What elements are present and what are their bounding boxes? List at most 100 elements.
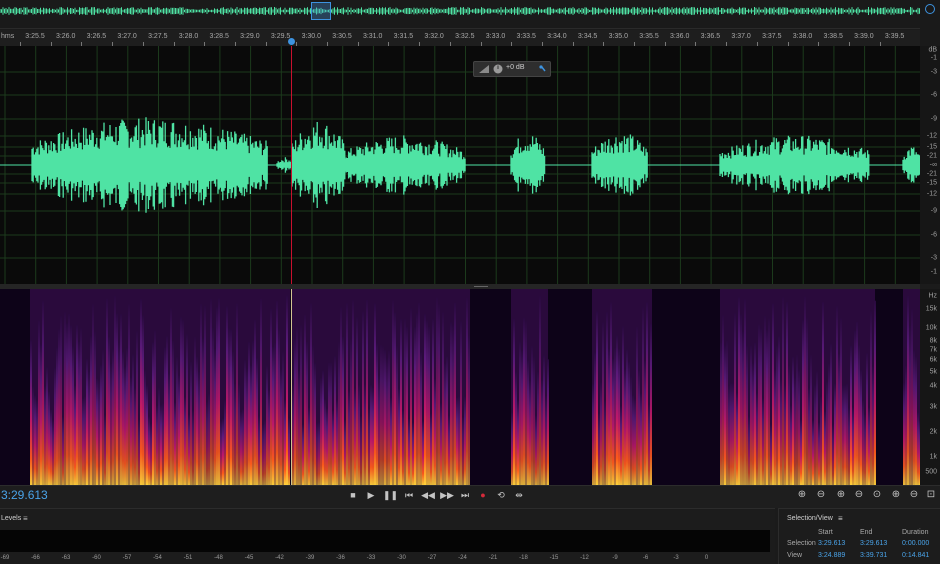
header-start: Start bbox=[818, 529, 833, 536]
current-time-display[interactable]: 3:29.613 bbox=[1, 488, 48, 502]
hz-scale-label: 1k bbox=[929, 453, 937, 461]
pause-icon: ❚❚ bbox=[383, 490, 399, 500]
go-to-start-button[interactable]: ⏮ bbox=[402, 488, 416, 502]
ruler-tick-label: 3:27.0 bbox=[117, 33, 137, 40]
go-to-end-button[interactable]: ⏭ bbox=[458, 488, 472, 502]
overview-view-range-thumb[interactable] bbox=[311, 2, 331, 20]
selection-view-menu-icon[interactable]: ≡ bbox=[838, 514, 843, 523]
stop-button[interactable]: ■ bbox=[346, 488, 360, 502]
ruler-tick-label: 3:39.5 bbox=[884, 33, 905, 40]
zoom-out-time-icon: ⊖ bbox=[854, 489, 864, 500]
ruler-tick-label: 3:32.0 bbox=[424, 33, 444, 40]
db-scale-label: -15 bbox=[926, 143, 937, 151]
hz-scale-label: 7k bbox=[929, 346, 937, 354]
loop-button[interactable]: ⟲ bbox=[494, 488, 508, 502]
record-button[interactable]: ● bbox=[476, 488, 490, 502]
ruler-tick-label: 3:31.5 bbox=[393, 33, 414, 40]
level-scale-label: -36 bbox=[336, 555, 345, 561]
hz-scale-label: 2k bbox=[929, 428, 937, 436]
zoom-in-amplitude-button[interactable]: ⊕ bbox=[795, 488, 809, 502]
level-scale-label: -66 bbox=[31, 555, 40, 561]
ruler-tick-label: 3:34.0 bbox=[547, 33, 567, 40]
zoom-in-point-button[interactable]: ⊕ bbox=[889, 488, 903, 502]
level-scale-label: -6 bbox=[642, 555, 649, 561]
gain-value: +0 dB bbox=[506, 64, 525, 71]
pause-button[interactable]: ❚❚ bbox=[383, 488, 399, 502]
ruler-tick-label: 3:38.5 bbox=[823, 33, 843, 40]
playhead-line[interactable] bbox=[291, 46, 292, 284]
hz-scale-label: 500 bbox=[925, 468, 937, 476]
skip-selection-icon: ⇹ bbox=[515, 490, 523, 500]
selection-duration-value[interactable]: 0:00.000 bbox=[902, 540, 929, 547]
db-scale-label: -1 bbox=[930, 268, 937, 276]
ruler-tick-label: 3:33.5 bbox=[516, 33, 536, 40]
levels-panel-menu-icon[interactable]: ≡ bbox=[23, 514, 28, 523]
selection-end-value[interactable]: 3:29.613 bbox=[860, 540, 887, 547]
zoom-in-time-button[interactable]: ⊕ bbox=[834, 488, 848, 502]
level-scale-label: 0 bbox=[704, 555, 709, 561]
fast-forward-icon: ▶▶ bbox=[440, 490, 454, 500]
level-scale-label: -51 bbox=[183, 555, 193, 561]
level-scale-label: -18 bbox=[519, 555, 528, 561]
rewind-button[interactable]: ◀◀ bbox=[421, 488, 435, 502]
amplitude-icon bbox=[479, 65, 489, 73]
db-scale-label: -3 bbox=[930, 68, 937, 76]
db-scale-label: -15 bbox=[926, 179, 937, 187]
overview-waveform[interactable] bbox=[0, 0, 920, 29]
ruler-tick-label: 3:31.0 bbox=[362, 33, 383, 40]
stop-icon: ■ bbox=[350, 490, 356, 500]
levels-panel-title: Levels bbox=[1, 515, 22, 522]
level-scale-label: -57 bbox=[122, 555, 132, 561]
view-end-value[interactable]: 3:39.731 bbox=[860, 552, 887, 559]
skip-selection-button[interactable]: ⇹ bbox=[512, 488, 526, 502]
zoom-out-full-button[interactable]: ⊙ bbox=[870, 488, 884, 502]
db-scale-label: -9 bbox=[930, 207, 937, 215]
view-start-value[interactable]: 3:24.889 bbox=[818, 552, 845, 559]
waveform-editor[interactable] bbox=[0, 46, 920, 284]
waveform-graphic bbox=[0, 46, 920, 284]
level-scale-label: -33 bbox=[366, 555, 376, 561]
spectral-frequency-display[interactable] bbox=[0, 289, 920, 485]
overview-waveform-graphic bbox=[0, 7, 920, 15]
time-ruler[interactable]: hms 3:25.5 3:26.0 3:26.5 3:27.0 3:27.5 3:28.0… bbox=[0, 30, 920, 46]
zoom-navigator-icon[interactable] bbox=[925, 4, 935, 14]
playhead-marker-icon[interactable] bbox=[287, 37, 296, 46]
zoom-selection-button[interactable]: ⊡ bbox=[924, 488, 938, 502]
hz-scale-label: Hz bbox=[928, 292, 937, 300]
playhead-line-spectral bbox=[291, 289, 292, 485]
ruler-tick-label: 3:35.5 bbox=[639, 33, 659, 40]
zoom-out-point-button[interactable]: ⊖ bbox=[907, 488, 921, 502]
zoom-out-amplitude-button[interactable]: ⊖ bbox=[814, 488, 828, 502]
play-button[interactable]: ▶ bbox=[364, 488, 378, 502]
ruler-tick-label: 3:35.0 bbox=[608, 33, 629, 40]
view-duration-value[interactable]: 0:14.841 bbox=[902, 552, 929, 559]
play-icon: ▶ bbox=[367, 490, 375, 500]
view-row-label: View bbox=[787, 552, 803, 559]
level-meter bbox=[0, 530, 770, 552]
db-scale-label: -3 bbox=[930, 254, 937, 262]
level-scale-label: -30 bbox=[397, 555, 406, 561]
db-scale-label: -9 bbox=[930, 115, 937, 123]
ruler-tick-label: 3:33.0 bbox=[485, 33, 506, 40]
zoom-out-amplitude-icon: ⊖ bbox=[816, 489, 826, 500]
ruler-tick-label: 3:38.0 bbox=[792, 33, 813, 40]
hud-gain-control[interactable]: +0 dB bbox=[473, 61, 551, 77]
ruler-tick-label: 3:30.5 bbox=[332, 33, 352, 40]
ruler-tick-label: 3:39.0 bbox=[854, 33, 874, 40]
zoom-in-time-icon: ⊕ bbox=[836, 489, 846, 500]
hz-scale-label: 10k bbox=[925, 324, 937, 332]
skip-back-icon: ⏮ bbox=[404, 490, 414, 500]
level-scale-label: -27 bbox=[427, 555, 437, 561]
level-scale-label: -15 bbox=[549, 555, 559, 561]
level-scale-label: -24 bbox=[458, 555, 467, 561]
zoom-out-time-button[interactable]: ⊖ bbox=[852, 488, 866, 502]
fast-forward-button[interactable]: ▶▶ bbox=[440, 488, 454, 502]
ruler-tick-label: 3:26.5 bbox=[86, 33, 107, 40]
selection-start-value[interactable]: 3:29.613 bbox=[818, 540, 845, 547]
ruler-tick-label: 3:28.0 bbox=[178, 33, 199, 40]
zoom-full-icon: ⊙ bbox=[872, 489, 882, 500]
selection-row-label: Selection bbox=[787, 540, 816, 547]
zoom-selection-icon: ⊡ bbox=[926, 489, 936, 500]
db-scale-label: -12 bbox=[926, 132, 937, 140]
level-scale-label: -21 bbox=[488, 555, 498, 561]
